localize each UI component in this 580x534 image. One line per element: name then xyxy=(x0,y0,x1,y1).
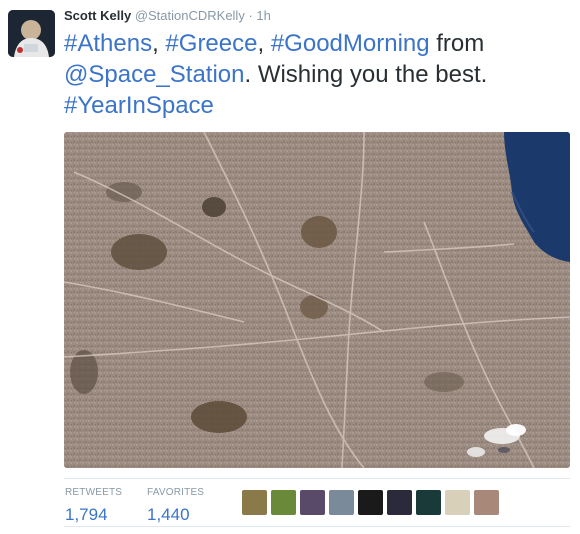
favoriter-avatar[interactable] xyxy=(416,490,441,515)
retweets-label: RETWEETS xyxy=(65,487,123,498)
divider xyxy=(64,478,570,479)
favoriter-avatar[interactable] xyxy=(445,490,470,515)
tweet-header: Scott Kelly @StationCDRKelly · 1h xyxy=(64,8,271,24)
text-comma: , xyxy=(257,30,271,57)
text-comma: , xyxy=(152,30,166,57)
retweets-count[interactable]: 1,794 xyxy=(65,503,122,527)
hashtag-goodmorning[interactable]: #GoodMorning xyxy=(271,30,430,57)
author-name[interactable]: Scott Kelly xyxy=(64,8,131,23)
favorites-count[interactable]: 1,440 xyxy=(147,503,204,527)
hashtag-yearinspace[interactable]: #YearInSpace xyxy=(64,92,214,119)
favoriters-list xyxy=(242,490,499,515)
favoriter-avatar[interactable] xyxy=(474,490,499,515)
satellite-image-athens xyxy=(64,132,570,468)
author-handle[interactable]: @StationCDRKelly xyxy=(135,8,245,23)
separator-dot: · xyxy=(248,8,253,23)
divider xyxy=(64,526,570,527)
favoriter-avatar[interactable] xyxy=(358,490,383,515)
favoriter-avatar[interactable] xyxy=(329,490,354,515)
favoriter-avatar[interactable] xyxy=(271,490,296,515)
mention-space-station[interactable]: @Space_Station xyxy=(64,61,244,88)
author-avatar[interactable] xyxy=(8,10,55,57)
favoriter-avatar[interactable] xyxy=(300,490,325,515)
tweet-timestamp[interactable]: 1h xyxy=(256,8,270,23)
text-from: from xyxy=(429,30,485,57)
text-wishing: . Wishing you the best. xyxy=(244,61,488,88)
favoriter-avatar[interactable] xyxy=(387,490,412,515)
retweets-stat[interactable]: RETWEETS 1,794 xyxy=(65,487,122,527)
favorites-label: FAVORITES xyxy=(147,487,205,498)
favorites-stat[interactable]: FAVORITES 1,440 xyxy=(147,487,204,527)
favoriter-avatar[interactable] xyxy=(242,490,267,515)
hashtag-greece[interactable]: #Greece xyxy=(165,30,257,57)
hashtag-athens[interactable]: #Athens xyxy=(64,30,152,57)
tweet-text: #Athens, #Greece, #GoodMorning from @Spa… xyxy=(64,28,569,121)
tweet-photo[interactable] xyxy=(64,132,570,468)
